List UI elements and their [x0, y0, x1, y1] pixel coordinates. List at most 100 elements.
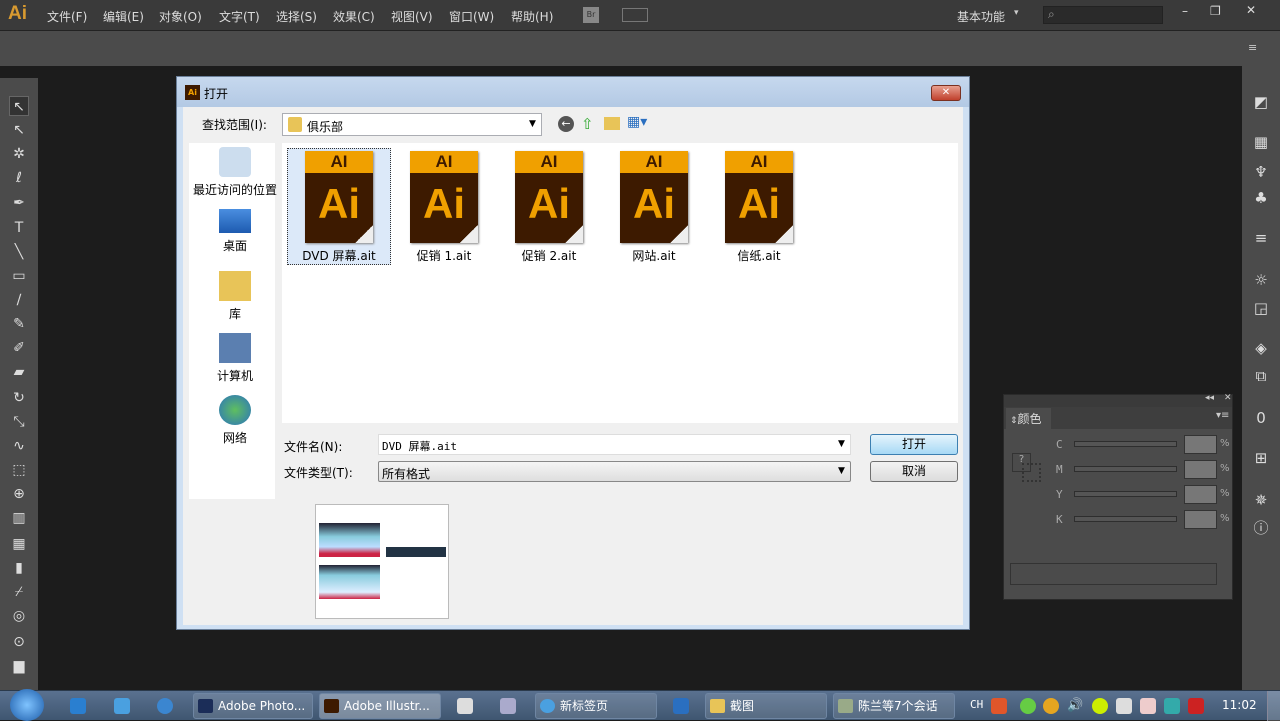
appearance-icon[interactable]: ☼ — [1251, 270, 1271, 290]
close-icon[interactable]: ✕ — [1224, 393, 1232, 403]
filename-input[interactable]: DVD 屏幕.ait ▼ — [378, 434, 851, 455]
close-button[interactable]: ✕ — [1246, 3, 1256, 17]
free-transform-tool-icon[interactable]: ⬚ — [9, 460, 29, 480]
filetype-select[interactable]: 所有格式 ▼ — [378, 461, 851, 482]
place-desktop[interactable]: 桌面 — [189, 209, 281, 254]
keyboard-icon[interactable] — [1164, 698, 1180, 714]
task-photoshop[interactable]: Adobe Photo... — [193, 693, 313, 719]
up-folder-icon[interactable]: ⇧ — [581, 115, 594, 133]
value-y[interactable] — [1184, 485, 1217, 504]
file-item[interactable]: AI Ai 网站.ait — [602, 149, 706, 264]
menu-object[interactable]: 对象(O) — [159, 8, 202, 25]
start-button[interactable] — [10, 689, 44, 721]
task-illustrator[interactable]: Adobe Illustr... — [319, 693, 441, 719]
blend-tool-icon[interactable]: ◎ — [9, 606, 29, 626]
graphic-styles-icon[interactable]: ◲ — [1251, 298, 1271, 318]
task-screenshot-folder[interactable]: 截图 — [705, 693, 827, 719]
network-status-icon[interactable] — [1116, 698, 1132, 714]
symbols-icon[interactable]: ♣ — [1251, 188, 1271, 208]
new-folder-icon[interactable] — [604, 117, 620, 130]
color-guide-icon[interactable]: ◩ — [1251, 92, 1271, 112]
selection-tool-icon[interactable]: ↖ — [9, 96, 29, 116]
transparency-icon[interactable]: 0 — [1251, 408, 1271, 428]
blob-brush-tool-icon[interactable]: ✐ — [9, 338, 29, 358]
eyedropper-tool-icon[interactable]: ⌿ — [9, 582, 29, 602]
magic-wand-tool-icon[interactable]: ✲ — [9, 144, 29, 164]
arrange-documents-icon[interactable] — [622, 8, 648, 22]
paintbrush-tool-icon[interactable]: ∕ — [9, 290, 29, 310]
slider-k[interactable] — [1074, 516, 1177, 522]
menu-help[interactable]: 帮助(H) — [511, 8, 553, 25]
eraser-tool-icon[interactable]: ▰ — [9, 362, 29, 382]
lasso-tool-icon[interactable]: ℓ — [9, 168, 29, 188]
task-chat[interactable]: 陈兰等7个会话 — [833, 693, 955, 719]
tab-color[interactable]: ⇕颜色 — [1006, 408, 1051, 429]
clock[interactable]: 11:02 — [1222, 698, 1257, 712]
align-icon[interactable]: ⊞ — [1251, 448, 1271, 468]
mesh-tool-icon[interactable]: ▦ — [9, 534, 29, 554]
view-menu-icon[interactable]: ▦▾ — [627, 114, 647, 130]
restore-button[interactable]: ❐ — [1210, 4, 1221, 18]
search-input[interactable]: ⌕ — [1043, 6, 1163, 24]
rectangle-tool-icon[interactable]: ▭ — [9, 266, 29, 286]
qq-icon[interactable] — [1043, 698, 1059, 714]
open-button[interactable]: 打开 — [870, 434, 958, 455]
workspace-switcher[interactable]: 基本功能 — [957, 8, 1005, 25]
bridge-button[interactable]: Br — [583, 7, 599, 23]
chevron-down-icon[interactable]: ▼ — [838, 439, 845, 449]
slider-m[interactable] — [1074, 466, 1177, 472]
place-recent[interactable]: 最近访问的位置 — [189, 147, 281, 198]
graph-tool-icon[interactable]: ▥ — [9, 508, 29, 528]
warp-tool-icon[interactable]: ∿ — [9, 436, 29, 456]
sogou-icon[interactable] — [991, 698, 1007, 714]
stroke-icon[interactable]: ≡ — [1251, 228, 1271, 248]
column-graph-tool-icon[interactable]: ▆ — [9, 656, 29, 676]
file-item[interactable]: AI Ai 信纸.ait — [707, 149, 811, 264]
line-tool-icon[interactable]: ╲ — [9, 242, 29, 262]
task-new-tab[interactable]: 新标签页 — [535, 693, 657, 719]
brushes-icon[interactable]: ♆ — [1251, 162, 1271, 182]
wechat-icon[interactable] — [1020, 698, 1036, 714]
menu-edit[interactable]: 编辑(E) — [103, 8, 144, 25]
slider-y[interactable] — [1074, 491, 1177, 497]
quicklaunch-icon[interactable] — [114, 698, 130, 714]
minimize-button[interactable]: – — [1182, 4, 1188, 18]
back-icon[interactable]: ← — [558, 116, 574, 132]
security-icon[interactable] — [1092, 698, 1108, 714]
swatches-icon[interactable]: ▦ — [1251, 132, 1271, 152]
show-desktop-button[interactable] — [1267, 691, 1280, 721]
menu-select[interactable]: 选择(S) — [276, 8, 317, 25]
color-spectrum[interactable] — [1010, 563, 1217, 585]
pen-tool-icon[interactable]: ✒ — [9, 193, 29, 213]
place-computer[interactable]: 计算机 — [189, 333, 281, 384]
action-center-icon[interactable] — [1140, 698, 1156, 714]
file-item[interactable]: AI Ai 促销 1.ait — [392, 149, 496, 264]
slider-c[interactable] — [1074, 441, 1177, 447]
place-libraries[interactable]: 库 — [189, 271, 281, 322]
cancel-button[interactable]: 取消 — [870, 461, 958, 482]
value-c[interactable] — [1184, 435, 1217, 454]
value-k[interactable] — [1184, 510, 1217, 529]
file-item[interactable]: AI Ai DVD 屏幕.ait — [287, 148, 391, 265]
look-in-select[interactable]: 俱乐部 ▼ — [282, 113, 542, 136]
dialog-close-button[interactable]: ✕ — [931, 85, 961, 101]
menu-effect[interactable]: 效果(C) — [333, 8, 375, 25]
menu-file[interactable]: 文件(F) — [47, 8, 87, 25]
scale-tool-icon[interactable]: ⤡ — [9, 412, 29, 432]
gradient-tool-icon[interactable]: ▮ — [9, 558, 29, 578]
direct-selection-tool-icon[interactable]: ↖ — [9, 120, 29, 140]
panel-menu-icon[interactable]: ≡ — [1248, 41, 1257, 54]
stroke-swatch[interactable] — [1022, 463, 1041, 482]
quicklaunch-icon[interactable] — [457, 698, 473, 714]
symbol-sprayer-tool-icon[interactable]: ⊙ — [9, 632, 29, 652]
value-m[interactable] — [1184, 460, 1217, 479]
info-icon[interactable]: ⓘ — [1251, 518, 1271, 538]
quicklaunch-icon[interactable] — [70, 698, 86, 714]
place-network[interactable]: 网络 — [189, 395, 281, 446]
menu-type[interactable]: 文字(T) — [219, 8, 260, 25]
volume-icon[interactable]: 🔊 — [1067, 698, 1083, 714]
quicklaunch-icon[interactable] — [673, 698, 689, 714]
layers-icon[interactable]: ◈ — [1251, 338, 1271, 358]
quicklaunch-icon[interactable] — [500, 698, 516, 714]
artboards-icon[interactable]: ⧉ — [1251, 366, 1271, 386]
